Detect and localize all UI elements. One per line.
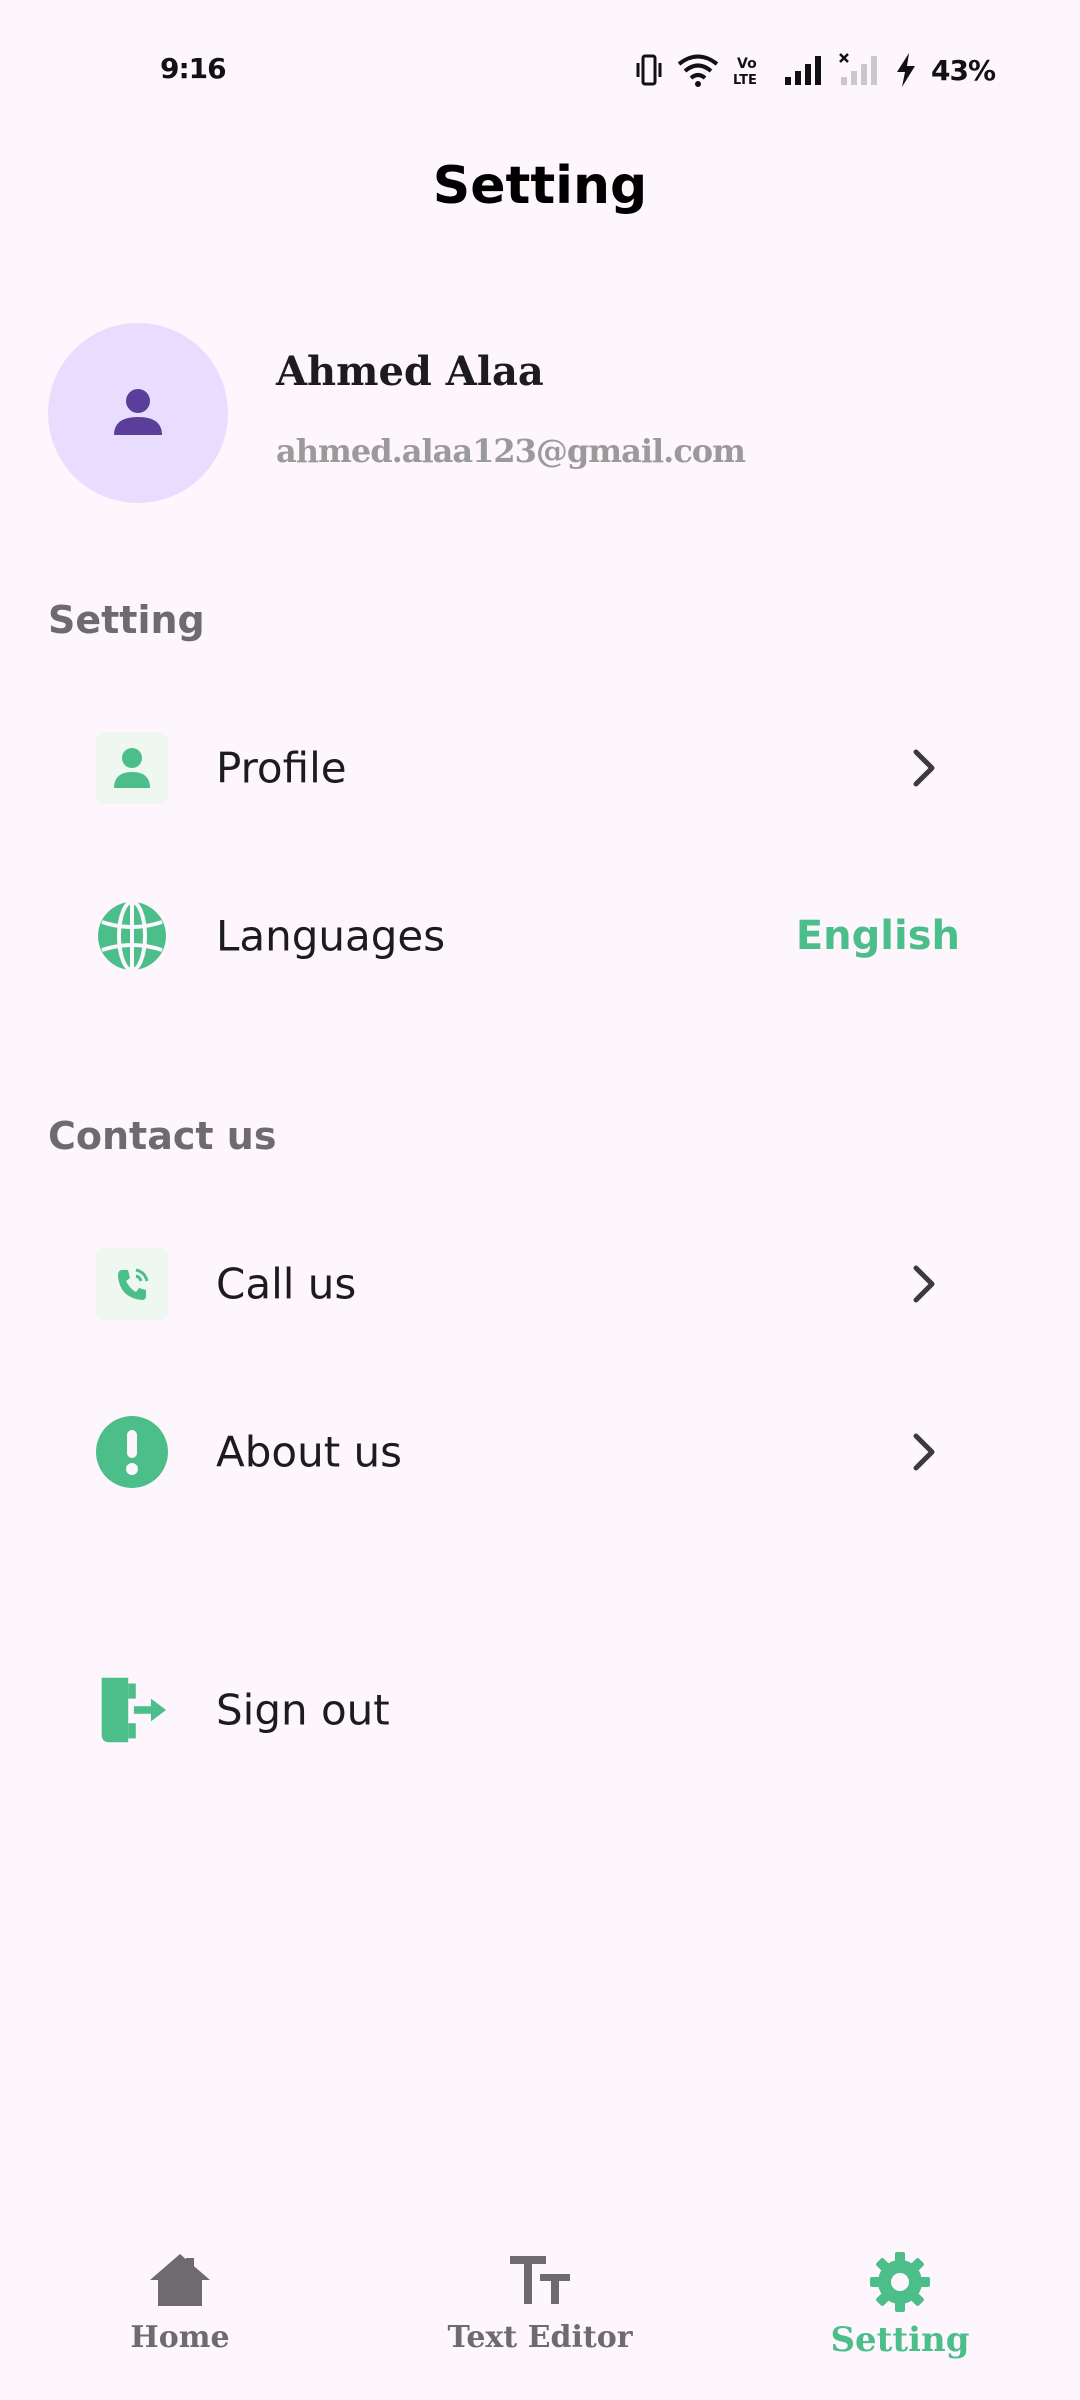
nav-label-setting: Setting [830,2320,970,2360]
signal-icon [783,53,825,87]
chevron-right-icon[interactable] [900,1428,948,1476]
user-name: Ahmed Alaa [276,348,544,395]
avatar[interactable] [48,323,228,503]
charging-icon [895,52,917,88]
about-us-row[interactable]: About us [0,1377,1080,1527]
chevron-right-icon[interactable] [900,1260,948,1308]
nav-label-text-editor: Text Editor [447,2320,633,2355]
logout-icon [96,1674,168,1746]
page-title: Setting [432,156,648,216]
sign-out-label: Sign out [216,1685,390,1735]
nav-label-home: Home [130,2320,230,2355]
sign-out-row[interactable]: Sign out [0,1635,1080,1785]
call-us-row[interactable]: Call us [0,1209,1080,1359]
signal-no-sim-icon [839,53,881,87]
languages-label: Languages [216,911,446,961]
nav-item-text-editor[interactable]: Text Editor [390,2252,690,2355]
gear-icon [870,2252,930,2316]
person-icon [110,383,166,443]
profile-row[interactable]: Profile [0,693,1080,843]
section-title-contact: Contact us [48,1114,277,1158]
text-size-icon [508,2252,572,2312]
profile-label: Profile [216,743,347,793]
person-icon [96,732,168,804]
chevron-right-icon[interactable] [900,744,948,792]
wifi-icon [677,53,719,87]
battery-percentage: 43% [931,53,996,87]
volte-icon: Vo LTE [733,53,769,87]
svg-text:LTE: LTE [733,73,757,87]
languages-value[interactable]: English [796,913,960,959]
nav-item-home[interactable]: Home [30,2252,330,2355]
svg-text:Vo: Vo [737,56,757,72]
status-icons: Vo LTE 43% [635,50,996,90]
bottom-navigation: Home Text Editor Setting [0,2220,1080,2400]
nav-item-setting[interactable]: Setting [750,2252,1050,2360]
home-icon [148,2252,212,2312]
status-time: 9:16 [160,52,227,85]
phone-icon [96,1248,168,1320]
languages-row[interactable]: Languages English [0,861,1080,1011]
about-us-label: About us [216,1427,403,1477]
vibrate-icon [635,53,663,87]
info-icon [96,1416,168,1488]
call-us-label: Call us [216,1259,357,1309]
section-title-setting: Setting [48,598,205,642]
globe-icon [96,900,168,972]
user-email: ahmed.alaa123@gmail.com [276,432,746,470]
